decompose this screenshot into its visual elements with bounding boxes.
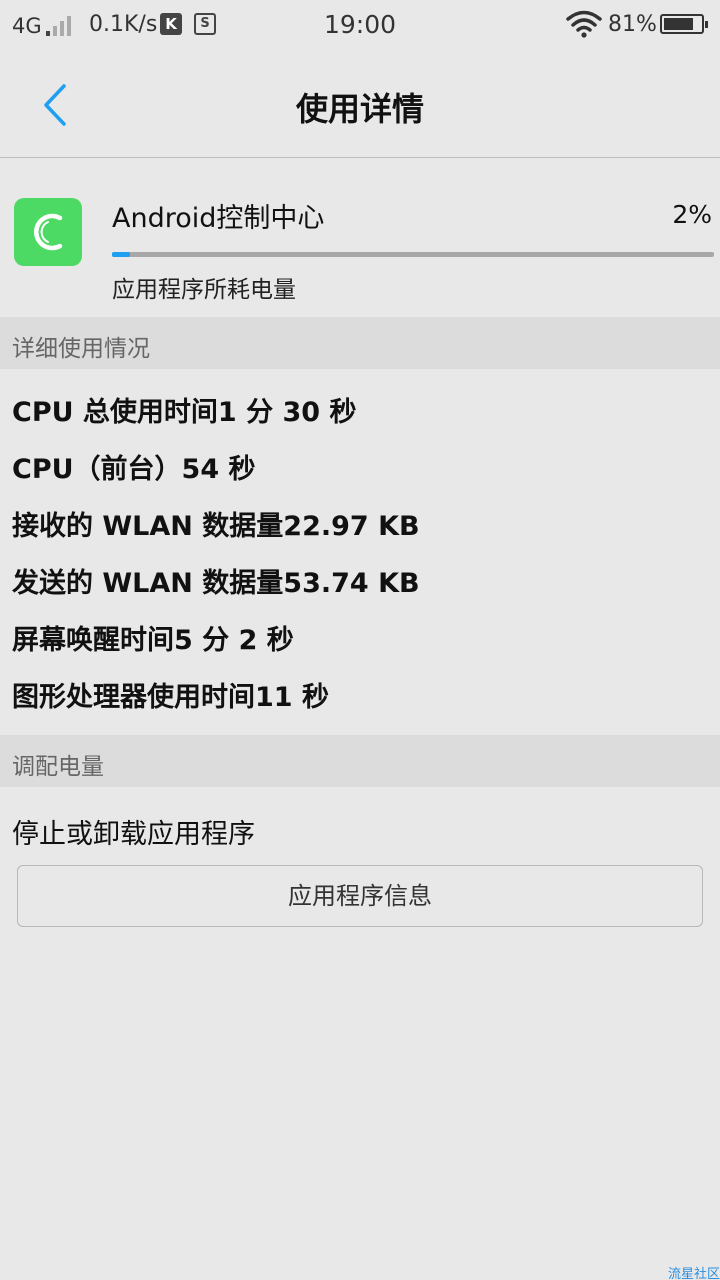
watermark: 流星社区 — [667, 1267, 720, 1280]
detail-wlan-sent: 发送的 WLAN 数据量53.74 KB — [12, 568, 420, 599]
c-logo-icon — [14, 198, 82, 266]
details-section-title: 详细使用情况 — [12, 336, 150, 362]
detail-cpu-total: CPU 总使用时间1 分 30 秒 — [12, 397, 357, 428]
app-battery-percent: 2% — [672, 200, 712, 229]
battery-icon — [660, 14, 708, 34]
screen: 4G 0.1K/s K S 19:00 81% 使用详情 Android控制中心… — [0, 0, 720, 1280]
usage-progress-fill — [112, 252, 131, 257]
app-info-button[interactable]: 应用程序信息 — [17, 865, 703, 927]
usage-progress-bar — [112, 252, 714, 257]
battery-percent: 81% — [608, 12, 657, 37]
detail-gpu-time: 图形处理器使用时间11 秒 — [12, 682, 329, 713]
detail-screen-awake: 屏幕唤醒时间5 分 2 秒 — [12, 625, 294, 656]
wifi-icon — [566, 10, 602, 38]
app-name: Android控制中心 — [112, 203, 325, 234]
details-section-header: 详细使用情况 — [0, 317, 720, 369]
page-title: 使用详情 — [295, 90, 424, 128]
adjust-section-header: 调配电量 — [0, 735, 720, 787]
header-bar: 使用详情 — [0, 50, 720, 158]
detail-wlan-received: 接收的 WLAN 数据量22.97 KB — [12, 511, 420, 542]
adjust-section-title: 调配电量 — [12, 754, 104, 780]
detail-cpu-foreground: CPU（前台）54 秒 — [12, 454, 256, 485]
app-battery-caption: 应用程序所耗电量 — [112, 277, 296, 303]
battery-fill — [664, 18, 694, 30]
stop-uninstall-label: 停止或卸载应用程序 — [12, 819, 255, 850]
app-summary: Android控制中心 2% 应用程序所耗电量 — [0, 158, 720, 318]
battery-tip — [705, 21, 708, 28]
status-bar: 4G 0.1K/s K S 19:00 81% — [0, 0, 720, 50]
